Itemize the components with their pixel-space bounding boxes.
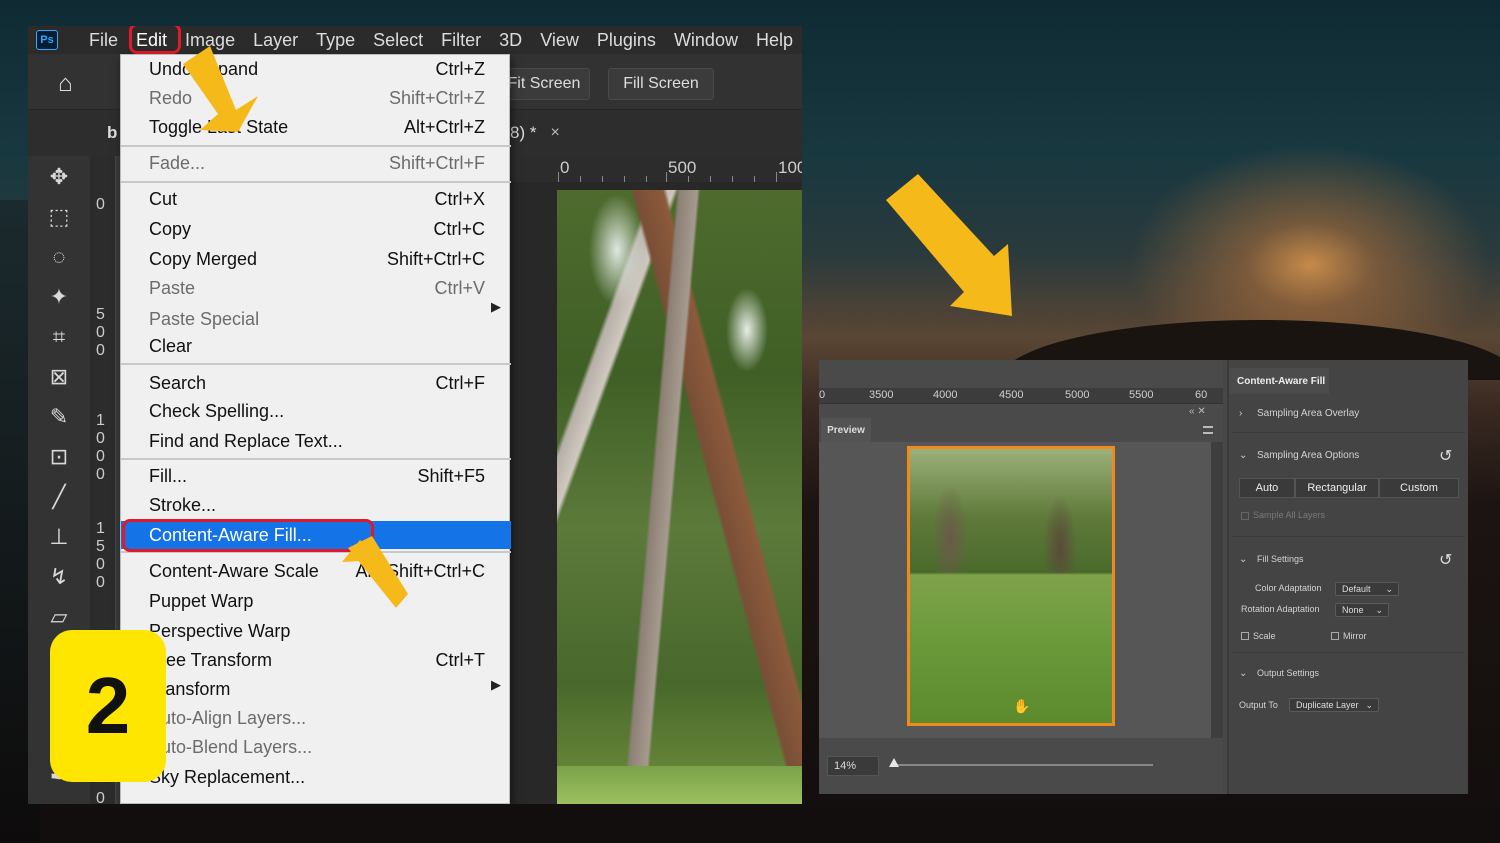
zoom-slider-handle[interactable] bbox=[889, 758, 899, 767]
zoom-slider-track[interactable] bbox=[891, 764, 1153, 766]
ruler-label: 0 bbox=[819, 389, 826, 401]
divider bbox=[1233, 652, 1465, 653]
preview-menu-icon[interactable] bbox=[1203, 426, 1213, 434]
zoom-input[interactable]: 14% bbox=[827, 756, 879, 776]
chevron-right-icon[interactable]: › bbox=[1239, 408, 1242, 419]
ruler-label: 3500 bbox=[869, 389, 894, 401]
divider bbox=[1233, 536, 1465, 537]
sample-all-layers-label: Sample All Layers bbox=[1253, 510, 1326, 520]
sampling-area-options-label[interactable]: Sampling Area Options bbox=[1257, 450, 1359, 461]
preview-scrollbar[interactable] bbox=[1211, 442, 1223, 738]
sampling-area-overlay-label[interactable]: Sampling Area Overlay bbox=[1257, 408, 1359, 419]
ruler-label: 5500 bbox=[1129, 389, 1154, 401]
chevron-down-icon[interactable]: ⌄ bbox=[1239, 554, 1247, 565]
step-number-badge: 2 bbox=[50, 630, 166, 782]
mirror-label: Mirror bbox=[1343, 631, 1367, 641]
select-value: Duplicate Layer bbox=[1296, 700, 1359, 710]
sampling-auto-button[interactable]: Auto bbox=[1239, 478, 1295, 498]
rotation-adaptation-select[interactable]: None ⌄ bbox=[1335, 603, 1389, 617]
ruler-label: 4000 bbox=[933, 389, 958, 401]
caf-preview-pane: 0 3500 4000 4500 5000 5500 60 « ✕ Previe… bbox=[819, 360, 1223, 794]
caf-ruler: 0 3500 4000 4500 5000 5500 60 bbox=[819, 388, 1223, 404]
mirror-checkbox[interactable] bbox=[1331, 632, 1339, 640]
scale-checkbox[interactable] bbox=[1241, 632, 1249, 640]
ruler-label: 4500 bbox=[999, 389, 1024, 401]
hand-cursor-icon: ✋ bbox=[1013, 698, 1031, 714]
chevron-down-icon[interactable]: ⌄ bbox=[1239, 668, 1247, 679]
fill-settings-label[interactable]: Fill Settings bbox=[1257, 554, 1304, 564]
content-aware-fill-workspace: 0 3500 4000 4500 5000 5500 60 « ✕ Previe… bbox=[819, 360, 1468, 794]
sampling-rectangular-button[interactable]: Rectangular bbox=[1295, 478, 1379, 498]
reset-icon[interactable]: ↺ bbox=[1439, 550, 1452, 570]
chevron-down-icon: ⌄ bbox=[1385, 584, 1393, 594]
rotation-adaptation-label: Rotation Adaptation bbox=[1241, 604, 1320, 614]
sampling-custom-button[interactable]: Custom bbox=[1379, 478, 1459, 498]
sample-all-layers-checkbox[interactable] bbox=[1241, 512, 1249, 520]
panel-title: Content-Aware Fill bbox=[1237, 376, 1326, 387]
preview-tab[interactable]: Preview bbox=[821, 418, 871, 442]
reset-icon[interactable]: ↺ bbox=[1439, 446, 1452, 466]
scale-label: Scale bbox=[1253, 631, 1276, 641]
collapse-panel-icon[interactable]: « ✕ bbox=[1189, 406, 1206, 417]
chevron-down-icon: ⌄ bbox=[1365, 700, 1373, 710]
color-adaptation-label: Color Adaptation bbox=[1255, 583, 1322, 593]
arrow-panel-pointer-icon bbox=[886, 174, 1012, 316]
chevron-down-icon: ⌄ bbox=[1375, 605, 1383, 615]
output-to-select[interactable]: Duplicate Layer ⌄ bbox=[1289, 698, 1379, 712]
select-value: None bbox=[1342, 605, 1364, 615]
ruler-label: 5000 bbox=[1065, 389, 1090, 401]
chevron-down-icon[interactable]: ⌄ bbox=[1239, 450, 1247, 461]
color-adaptation-select[interactable]: Default ⌄ bbox=[1335, 582, 1399, 596]
output-settings-label[interactable]: Output Settings bbox=[1257, 668, 1319, 678]
preview-image[interactable] bbox=[907, 446, 1115, 726]
select-value: Default bbox=[1342, 584, 1371, 594]
output-to-label: Output To bbox=[1239, 700, 1278, 710]
arrow-edit-pointer-icon bbox=[183, 46, 258, 132]
divider bbox=[1233, 432, 1465, 433]
ruler-label: 60 bbox=[1195, 389, 1208, 401]
content-aware-fill-panel: Content-Aware Fill › Sampling Area Overl… bbox=[1227, 360, 1468, 794]
